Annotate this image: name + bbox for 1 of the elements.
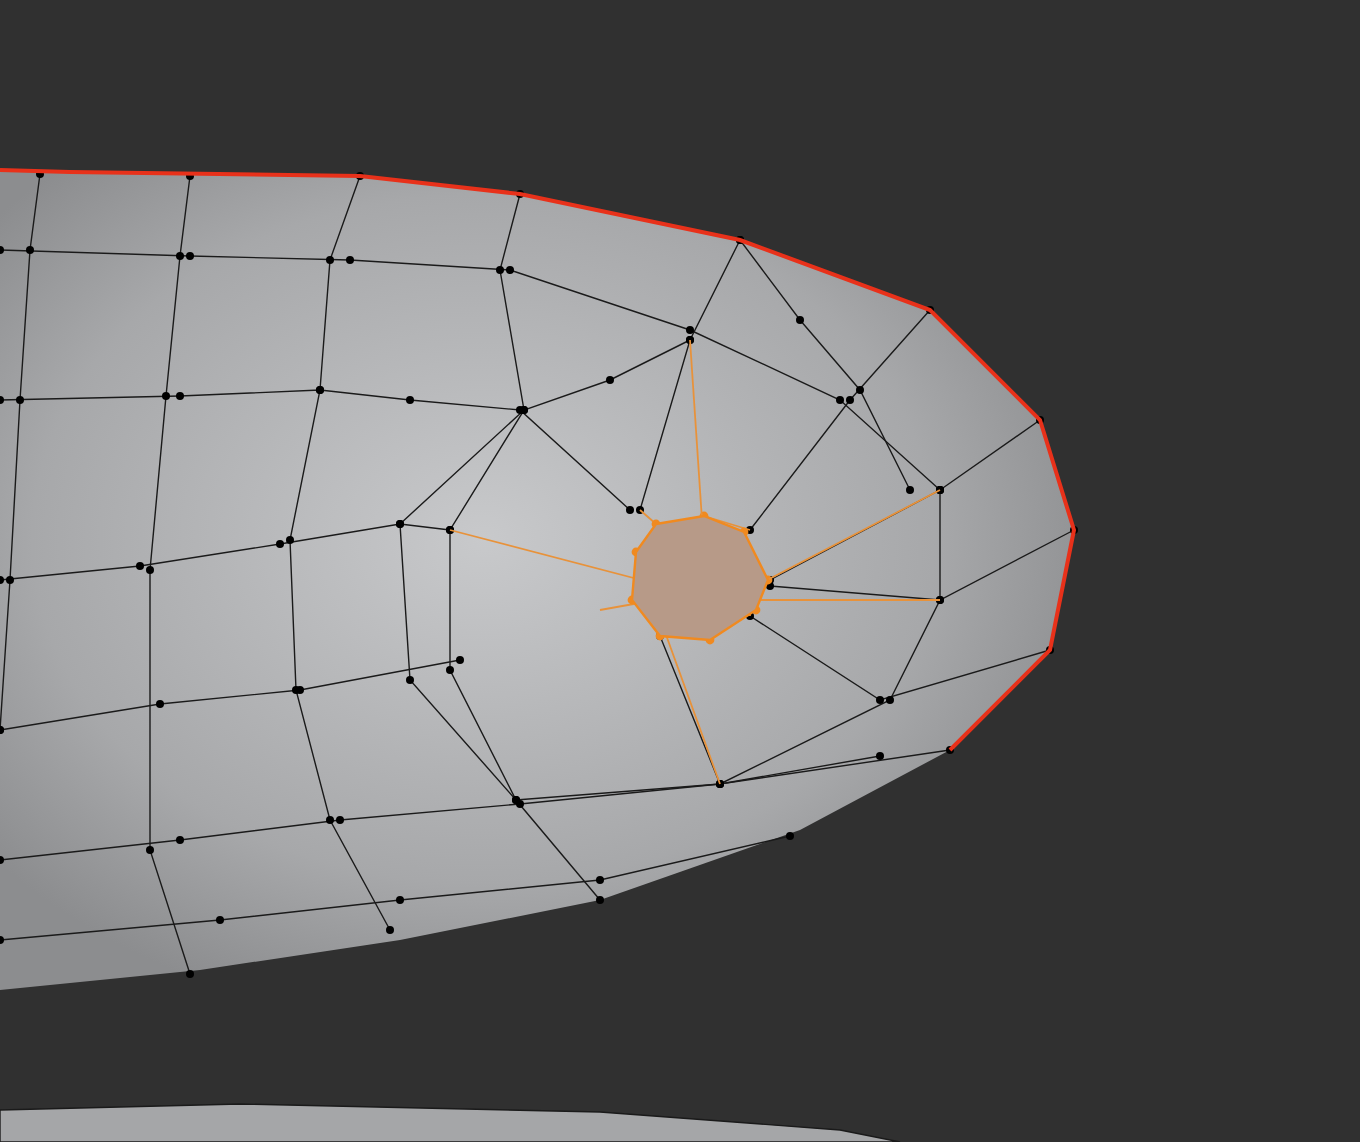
selected-face[interactable] bbox=[449, 339, 941, 785]
